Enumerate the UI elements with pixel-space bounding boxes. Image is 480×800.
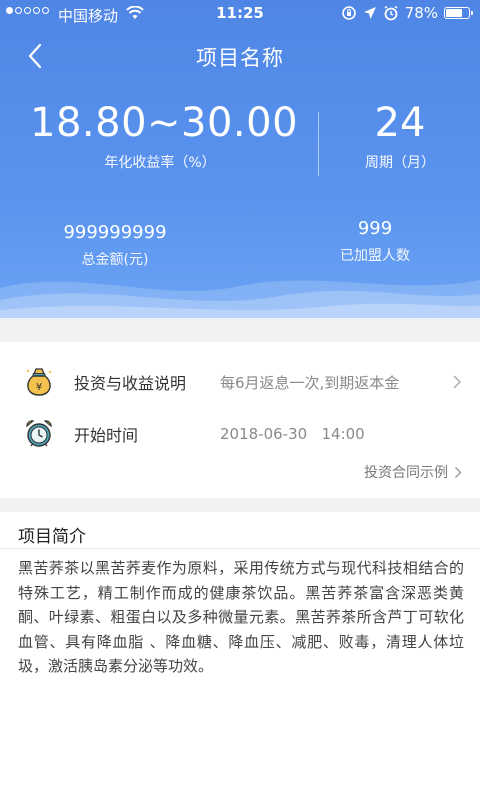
battery-icon	[444, 7, 473, 19]
start-time-value: 2018-06-30 14:00	[220, 425, 365, 443]
period-stat: 24 周期（月）	[320, 100, 480, 172]
section-gap	[0, 318, 480, 342]
period-label: 周期（月）	[365, 155, 435, 171]
contract-sample-link[interactable]: 投资合同示例	[364, 462, 462, 482]
intro-text: 黑苦荞茶以黑苦荞麦作为原料，采用传统方式与现代科技相结合的特殊工艺，精工制作而成…	[18, 559, 464, 675]
total-amount-label: 总金额(元)	[81, 252, 149, 268]
orientation-lock-icon	[341, 6, 356, 20]
project-header: 中国移动 11:25 78% 项目名称 18.80~30.00 年化收益率（%）…	[0, 0, 480, 318]
intro-title: 项目简介	[18, 527, 86, 547]
section-gap	[0, 498, 480, 512]
alarm-clock-icon	[26, 420, 52, 447]
annual-yield-value: 18.80~30.00	[30, 100, 299, 146]
start-time-label: 开始时间	[74, 426, 139, 445]
period-value: 24	[374, 100, 426, 146]
investment-return-label: 投资与收益说明	[74, 374, 187, 393]
svg-text:¥: ¥	[36, 382, 42, 393]
investment-return-value: 每6月返息一次,到期返本金	[220, 373, 400, 392]
chevron-right-icon	[453, 375, 462, 389]
stats-divider	[318, 112, 319, 176]
alarm-icon	[384, 5, 398, 21]
investment-return-row[interactable]: ¥ 投资与收益说明 每6月返息一次,到期返本金	[0, 362, 480, 402]
page-title: 项目名称	[196, 46, 284, 70]
status-bar: 中国移动 11:25 78%	[0, 0, 480, 28]
total-amount-value: 999999999	[63, 222, 167, 243]
money-bag-icon: ¥	[26, 368, 52, 396]
total-amount-stat: 999999999 总金额(元)	[30, 222, 200, 269]
members-value: 999	[357, 218, 393, 239]
contract-sample-label: 投资合同示例	[364, 465, 448, 481]
intro-divider	[0, 548, 480, 549]
annual-yield-stat: 18.80~30.00 年化收益率（%）	[30, 100, 299, 172]
annual-yield-label: 年化收益率（%）	[104, 155, 216, 171]
battery-percent: 78%	[404, 4, 438, 22]
location-arrow-icon	[363, 7, 376, 19]
chevron-right-icon	[455, 466, 462, 478]
start-time-row: 开始时间 2018-06-30 14:00	[0, 414, 480, 454]
members-label: 已加盟人数	[340, 248, 410, 264]
members-stat: 999 已加盟人数	[300, 218, 450, 265]
